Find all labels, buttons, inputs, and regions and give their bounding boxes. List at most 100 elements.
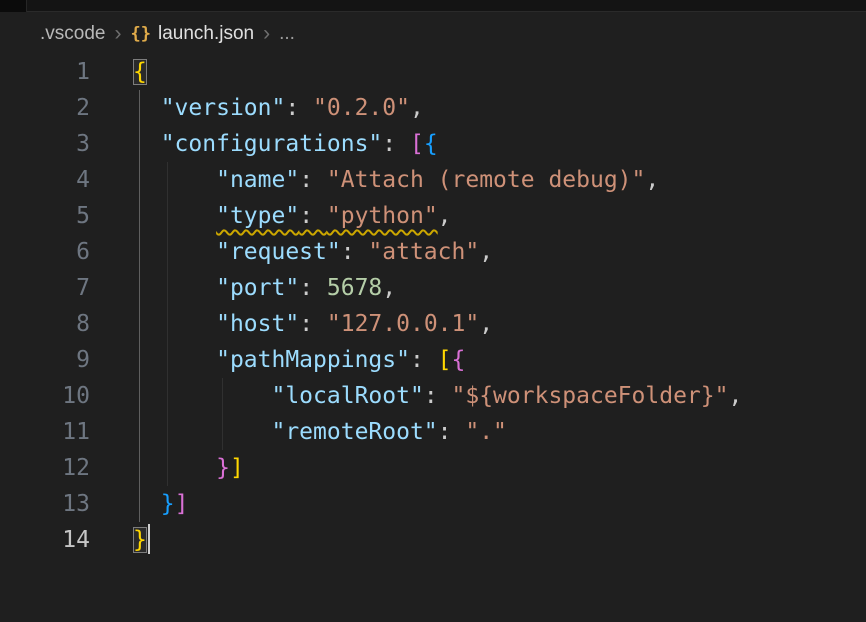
text-cursor	[148, 524, 150, 554]
code-line[interactable]: 7 "port": 5678,	[0, 270, 866, 306]
code-line[interactable]: 3 "configurations": [{	[0, 126, 866, 162]
editor-pane[interactable]: 1{2 "version": "0.2.0",3 "configurations…	[0, 54, 866, 622]
chevron-right-icon: ›	[114, 23, 121, 44]
code-text: "port": 5678,	[133, 270, 396, 306]
tab-corner	[0, 0, 27, 12]
token: "configurations"	[161, 131, 383, 157]
token: }	[161, 491, 175, 517]
token	[133, 167, 216, 193]
code-line[interactable]: 2 "version": "0.2.0",	[0, 90, 866, 126]
line-number[interactable]: 5	[0, 198, 90, 234]
line-number[interactable]: 8	[0, 306, 90, 342]
token: ,	[728, 383, 742, 409]
code-line[interactable]: 13 }]	[0, 486, 866, 522]
token	[133, 383, 271, 409]
token: "version"	[161, 95, 286, 121]
line-number[interactable]: 14	[0, 522, 90, 558]
line-number[interactable]: 6	[0, 234, 90, 270]
code-line[interactable]: 6 "request": "attach",	[0, 234, 866, 270]
line-number[interactable]: 13	[0, 486, 90, 522]
token	[133, 275, 216, 301]
breadcrumb-item-folder[interactable]: .vscode	[40, 23, 105, 45]
token: "remoteRoot"	[271, 419, 437, 445]
token	[133, 347, 216, 373]
token: "0.2.0"	[313, 95, 410, 121]
code-text: }]	[133, 450, 244, 486]
token: :	[438, 419, 466, 445]
code-line[interactable]: 5 "type": "python",	[0, 198, 866, 234]
breadcrumb-item-file[interactable]: launch.json	[158, 23, 254, 45]
code-text: "configurations": [{	[133, 126, 438, 162]
line-number[interactable]: 1	[0, 54, 90, 90]
code-line[interactable]: 1{	[0, 54, 866, 90]
code-text: }	[133, 522, 150, 558]
matched-bracket: }	[133, 527, 147, 553]
code-text: "name": "Attach (remote debug)",	[133, 162, 659, 198]
code-line[interactable]: 9 "pathMappings": [{	[0, 342, 866, 378]
code-line[interactable]: 10 "localRoot": "${workspaceFolder}",	[0, 378, 866, 414]
token: "request"	[216, 239, 341, 265]
vscode-editor-window: .vscode › {} launch.json › ... 1{2 "vers…	[0, 0, 866, 622]
code-text: }]	[133, 486, 188, 522]
code-line[interactable]: 11 "remoteRoot": "."	[0, 414, 866, 450]
token: "Attach (remote debug)"	[327, 167, 646, 193]
token: [	[438, 347, 452, 373]
token	[133, 311, 216, 337]
token: }	[216, 455, 230, 481]
line-number[interactable]: 12	[0, 450, 90, 486]
token	[133, 419, 271, 445]
token	[133, 203, 216, 229]
token: "type"	[216, 203, 299, 229]
token: 5678	[327, 275, 382, 301]
token: ,	[382, 275, 396, 301]
matched-bracket: {	[133, 59, 147, 85]
code-line[interactable]: 8 "host": "127.0.0.1",	[0, 306, 866, 342]
token: :	[299, 311, 327, 337]
token: "port"	[216, 275, 299, 301]
code-text: {	[133, 54, 147, 90]
token: {	[452, 347, 466, 373]
line-number[interactable]: 3	[0, 126, 90, 162]
token: ,	[645, 167, 659, 193]
code-line[interactable]: 4 "name": "Attach (remote debug)",	[0, 162, 866, 198]
token: "."	[465, 419, 507, 445]
token: "attach"	[368, 239, 479, 265]
token: [	[410, 131, 424, 157]
token: :	[299, 275, 327, 301]
token: "python"	[327, 203, 438, 229]
token: ]	[175, 491, 189, 517]
code-text: "localRoot": "${workspaceFolder}",	[133, 378, 742, 414]
token	[133, 95, 161, 121]
code-text: "type": "python",	[133, 198, 452, 234]
token: ,	[438, 203, 452, 229]
line-number[interactable]: 11	[0, 414, 90, 450]
code-line[interactable]: 14}	[0, 522, 866, 558]
token: ,	[479, 239, 493, 265]
token: "127.0.0.1"	[327, 311, 479, 337]
code-text: "remoteRoot": "."	[133, 414, 507, 450]
code-lines: 1{2 "version": "0.2.0",3 "configurations…	[0, 54, 866, 558]
code-line[interactable]: 12 }]	[0, 450, 866, 486]
breadcrumb-item-symbol-picker[interactable]: ...	[279, 23, 295, 45]
code-text: "version": "0.2.0",	[133, 90, 424, 126]
line-number[interactable]: 10	[0, 378, 90, 414]
token	[133, 131, 161, 157]
token: :	[299, 203, 327, 229]
token: ,	[410, 95, 424, 121]
token: "localRoot"	[271, 383, 423, 409]
token: :	[285, 95, 313, 121]
token: "pathMappings"	[216, 347, 410, 373]
tab-bar-edge	[0, 0, 866, 12]
token: "name"	[216, 167, 299, 193]
line-number[interactable]: 4	[0, 162, 90, 198]
line-number[interactable]: 7	[0, 270, 90, 306]
token: {	[424, 131, 438, 157]
token: "host"	[216, 311, 299, 337]
token	[133, 491, 161, 517]
token: :	[299, 167, 327, 193]
token	[133, 455, 216, 481]
token: "${workspaceFolder}"	[452, 383, 729, 409]
code-text: "host": "127.0.0.1",	[133, 306, 493, 342]
line-number[interactable]: 2	[0, 90, 90, 126]
line-number[interactable]: 9	[0, 342, 90, 378]
